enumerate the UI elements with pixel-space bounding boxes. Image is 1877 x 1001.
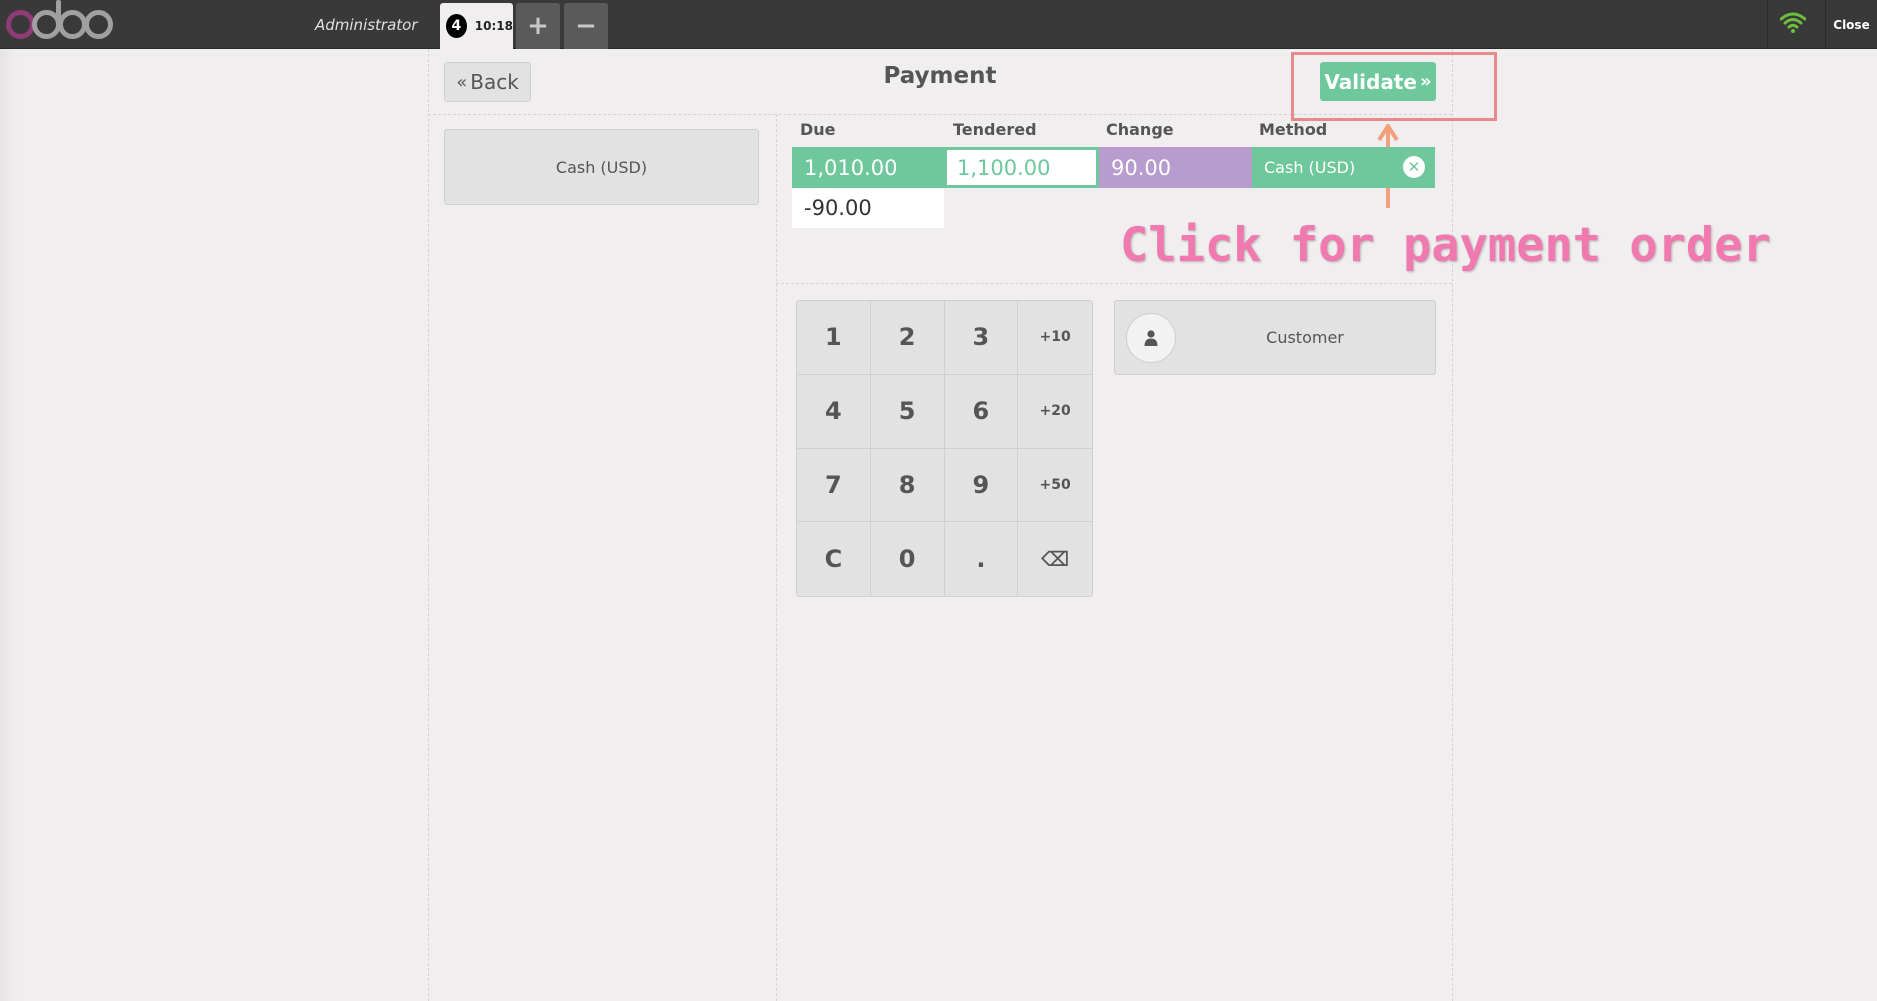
user-icon <box>1126 313 1176 363</box>
separator <box>1767 0 1768 49</box>
numpad-key-6[interactable]: 6 <box>944 374 1019 449</box>
column-header-change: Change <box>1106 120 1174 139</box>
remove-circle-icon[interactable]: ✕ <box>1403 156 1425 178</box>
customer-button[interactable]: Customer <box>1114 300 1436 375</box>
numpad-key-3[interactable]: 3 <box>944 301 1019 375</box>
numpad: 1 2 3 +10 4 5 6 +20 7 8 9 +50 C 0 . ⌫ <box>796 300 1093 597</box>
numpad-key-plus-20[interactable]: +20 <box>1018 374 1092 449</box>
numpad-key-1[interactable]: 1 <box>797 301 871 375</box>
payment-method-cash-usd[interactable]: Cash (USD) <box>444 129 759 205</box>
back-button-label: Back <box>470 70 519 94</box>
order-tab[interactable]: 4 10:18 <box>440 3 513 49</box>
wifi-icon <box>1780 12 1806 33</box>
numpad-key-5[interactable]: 5 <box>870 374 945 449</box>
order-time: 10:18 <box>474 19 513 33</box>
numpad-key-clear[interactable]: C <box>797 522 871 596</box>
column-header-method: Method <box>1259 120 1328 139</box>
column-header-tendered: Tendered <box>953 120 1037 139</box>
annotation-highlight-box <box>1291 52 1497 121</box>
top-bar: Administrator 4 10:18 + − Close <box>0 0 1877 49</box>
annotation-text: Click for payment order <box>1120 218 1771 273</box>
panel-divider <box>776 114 777 1001</box>
back-button[interactable]: « Back <box>444 62 531 102</box>
close-button[interactable]: Close <box>1826 0 1877 49</box>
payment-line-tendered[interactable]: 1,100.00 <box>944 147 1099 188</box>
numpad-key-dot[interactable]: . <box>944 522 1019 596</box>
panel-divider <box>428 49 429 1001</box>
odoo-logo <box>6 0 113 44</box>
add-order-button[interactable]: + <box>516 3 560 49</box>
numpad-key-8[interactable]: 8 <box>870 448 945 523</box>
numpad-key-plus-10[interactable]: +10 <box>1018 301 1092 375</box>
left-edge-shadow <box>0 49 18 1001</box>
lines-divider <box>776 283 1452 284</box>
page-title: Payment <box>883 63 997 89</box>
double-chevron-left-icon: « <box>456 71 468 93</box>
payment-line-due: 1,010.00 <box>792 147 944 188</box>
numpad-key-7[interactable]: 7 <box>797 448 871 523</box>
numpad-key-2[interactable]: 2 <box>870 301 945 375</box>
order-number-badge: 4 <box>446 14 467 38</box>
username: Administrator <box>315 16 418 34</box>
payment-line-change: 90.00 <box>1099 147 1252 188</box>
numpad-key-plus-50[interactable]: +50 <box>1018 448 1092 523</box>
numpad-key-9[interactable]: 9 <box>944 448 1019 523</box>
column-header-due: Due <box>800 120 836 139</box>
remaining-amount: -90.00 <box>792 188 944 228</box>
backspace-icon[interactable]: ⌫ <box>1018 522 1092 596</box>
delete-order-button[interactable]: − <box>564 3 608 49</box>
numpad-key-4[interactable]: 4 <box>797 374 871 449</box>
panel-divider <box>1452 49 1453 1001</box>
numpad-key-0[interactable]: 0 <box>870 522 945 596</box>
customer-button-label: Customer <box>1266 328 1344 347</box>
